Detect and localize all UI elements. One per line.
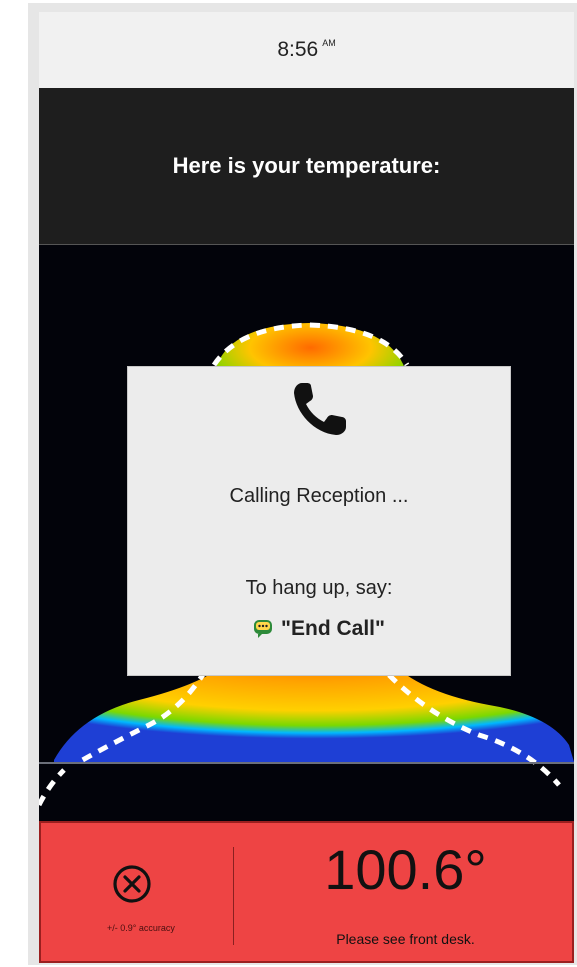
chat-bubble-icon	[254, 620, 273, 638]
clock-ampm: AM	[322, 38, 336, 48]
result-divider	[233, 847, 234, 945]
result-message: Please see front desk.	[336, 931, 475, 947]
temperature-result-panel: +/- 0.9° accuracy 100.6° Please see fron…	[39, 821, 574, 963]
voice-command[interactable]: "End Call"	[128, 617, 510, 641]
voice-command-label: "End Call"	[281, 617, 385, 640]
call-dialog: Calling Reception ... To hang up, say: "…	[127, 366, 511, 676]
status-bar: 8:56 AM	[39, 12, 574, 88]
temperature-reading: 100.6°	[324, 838, 487, 901]
x-circle-icon	[113, 865, 151, 903]
page-header: Here is your temperature:	[39, 88, 574, 245]
hangup-instruction: To hang up, say:	[245, 577, 393, 599]
accuracy-text: +/- 0.9° accuracy	[107, 923, 175, 933]
page-title: Here is your temperature:	[172, 153, 441, 178]
call-status-text: Calling Reception ...	[229, 485, 409, 507]
clock-time: 8:56	[277, 38, 319, 61]
phone-icon	[294, 383, 346, 435]
